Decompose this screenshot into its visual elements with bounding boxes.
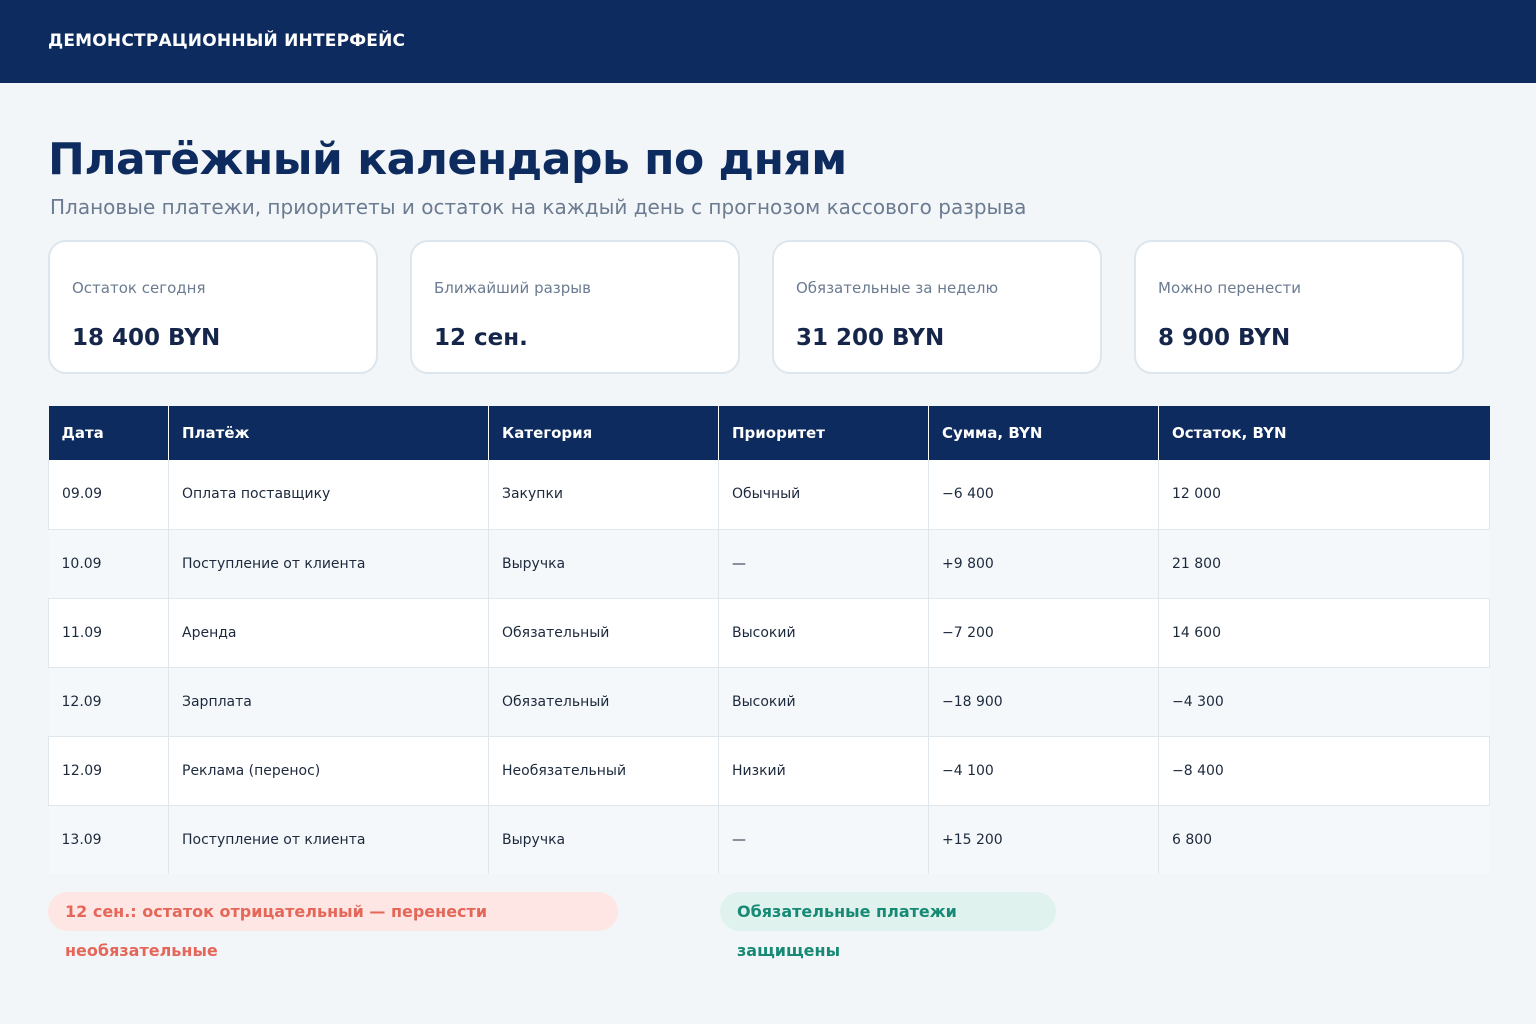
cell-priority: — [718, 529, 929, 599]
top-bar: ДЕМОНСТРАЦИОННЫЙ ИНТЕРФЕЙС [0, 0, 1536, 83]
cell-balance: 12 000 [1158, 460, 1490, 530]
kpi-label: Можно перенести [1158, 279, 1301, 297]
cell-payment: Аренда [168, 598, 489, 668]
kpi-card-mandatory-week: Обязательные за неделю 31 200 BYN [772, 240, 1102, 374]
table-row[interactable]: 10.09 Поступление от клиента Выручка — +… [48, 529, 1490, 599]
cell-balance: 21 800 [1158, 529, 1490, 599]
table-row[interactable]: 11.09 Аренда Обязательный Высокий −7 200… [48, 598, 1490, 668]
cell-priority: Низкий [718, 736, 929, 806]
table-row[interactable]: 12.09 Зарплата Обязательный Высокий −18 … [48, 667, 1490, 737]
cell-priority: Высокий [718, 667, 929, 737]
table-row[interactable]: 09.09 Оплата поставщику Закупки Обычный … [48, 460, 1490, 530]
column-header-category[interactable]: Категория [488, 406, 719, 460]
column-header-amount[interactable]: Сумма, BYN [928, 406, 1159, 460]
cell-amount: −6 400 [928, 460, 1159, 530]
cell-payment: Зарплата [168, 667, 489, 737]
page-title: Платёжный календарь по дням [48, 134, 847, 185]
cash-gap-warning-badge: 12 сен.: остаток отрицательный — перенес… [48, 892, 618, 960]
cell-priority: Обычный [718, 460, 929, 530]
cell-date: 11.09 [48, 598, 169, 668]
cell-priority: Высокий [718, 598, 929, 668]
kpi-card-balance-today: Остаток сегодня 18 400 BYN [48, 240, 378, 374]
column-header-payment[interactable]: Платёж [168, 406, 489, 460]
cell-amount: +9 800 [928, 529, 1159, 599]
payment-calendar-table: Дата Платёж Категория Приоритет Сумма, B… [48, 406, 1490, 874]
kpi-value: 12 сен. [434, 325, 528, 351]
table-header-row: Дата Платёж Категория Приоритет Сумма, B… [48, 406, 1490, 460]
kpi-value: 31 200 BYN [796, 325, 945, 351]
column-header-balance[interactable]: Остаток, BYN [1158, 406, 1490, 460]
cell-payment: Поступление от клиента [168, 805, 489, 874]
table-row[interactable]: 13.09 Поступление от клиента Выручка — +… [48, 805, 1490, 874]
cell-category: Закупки [488, 460, 719, 530]
cell-date: 12.09 [48, 667, 169, 737]
kpi-value: 18 400 BYN [72, 325, 221, 351]
cell-payment: Реклама (перенос) [168, 736, 489, 806]
cell-category: Выручка [488, 529, 719, 599]
kpi-card-can-postpone: Можно перенести 8 900 BYN [1134, 240, 1464, 374]
cell-category: Необязательный [488, 736, 719, 806]
cell-amount: +15 200 [928, 805, 1159, 874]
cell-priority: — [718, 805, 929, 874]
cell-amount: −4 100 [928, 736, 1159, 806]
kpi-label: Остаток сегодня [72, 279, 206, 297]
cell-balance: −4 300 [1158, 667, 1490, 737]
cell-balance: 14 600 [1158, 598, 1490, 668]
cell-date: 12.09 [48, 736, 169, 806]
cell-payment: Поступление от клиента [168, 529, 489, 599]
kpi-label: Ближайший разрыв [434, 279, 591, 297]
protected-payments-badge: Обязательные платежи защищены [720, 892, 1056, 960]
table-row[interactable]: 12.09 Реклама (перенос) Необязательный Н… [48, 736, 1490, 806]
cell-date: 13.09 [48, 805, 169, 874]
kpi-card-nearest-gap: Ближайший разрыв 12 сен. [410, 240, 740, 374]
column-header-date[interactable]: Дата [48, 406, 169, 460]
cell-balance: −8 400 [1158, 736, 1490, 806]
cell-payment: Оплата поставщику [168, 460, 489, 530]
cell-date: 09.09 [48, 460, 169, 530]
cell-category: Обязательный [488, 598, 719, 668]
kpi-value: 8 900 BYN [1158, 325, 1291, 351]
column-header-priority[interactable]: Приоритет [718, 406, 929, 460]
page-subtitle: Плановые платежи, приоритеты и остаток н… [50, 195, 1027, 219]
kpi-label: Обязательные за неделю [796, 279, 999, 297]
cell-amount: −18 900 [928, 667, 1159, 737]
cell-category: Обязательный [488, 667, 719, 737]
app-brand: ДЕМОНСТРАЦИОННЫЙ ИНТЕРФЕЙС [48, 31, 406, 51]
cell-balance: 6 800 [1158, 805, 1490, 874]
cell-date: 10.09 [48, 529, 169, 599]
cell-category: Выручка [488, 805, 719, 874]
cell-amount: −7 200 [928, 598, 1159, 668]
